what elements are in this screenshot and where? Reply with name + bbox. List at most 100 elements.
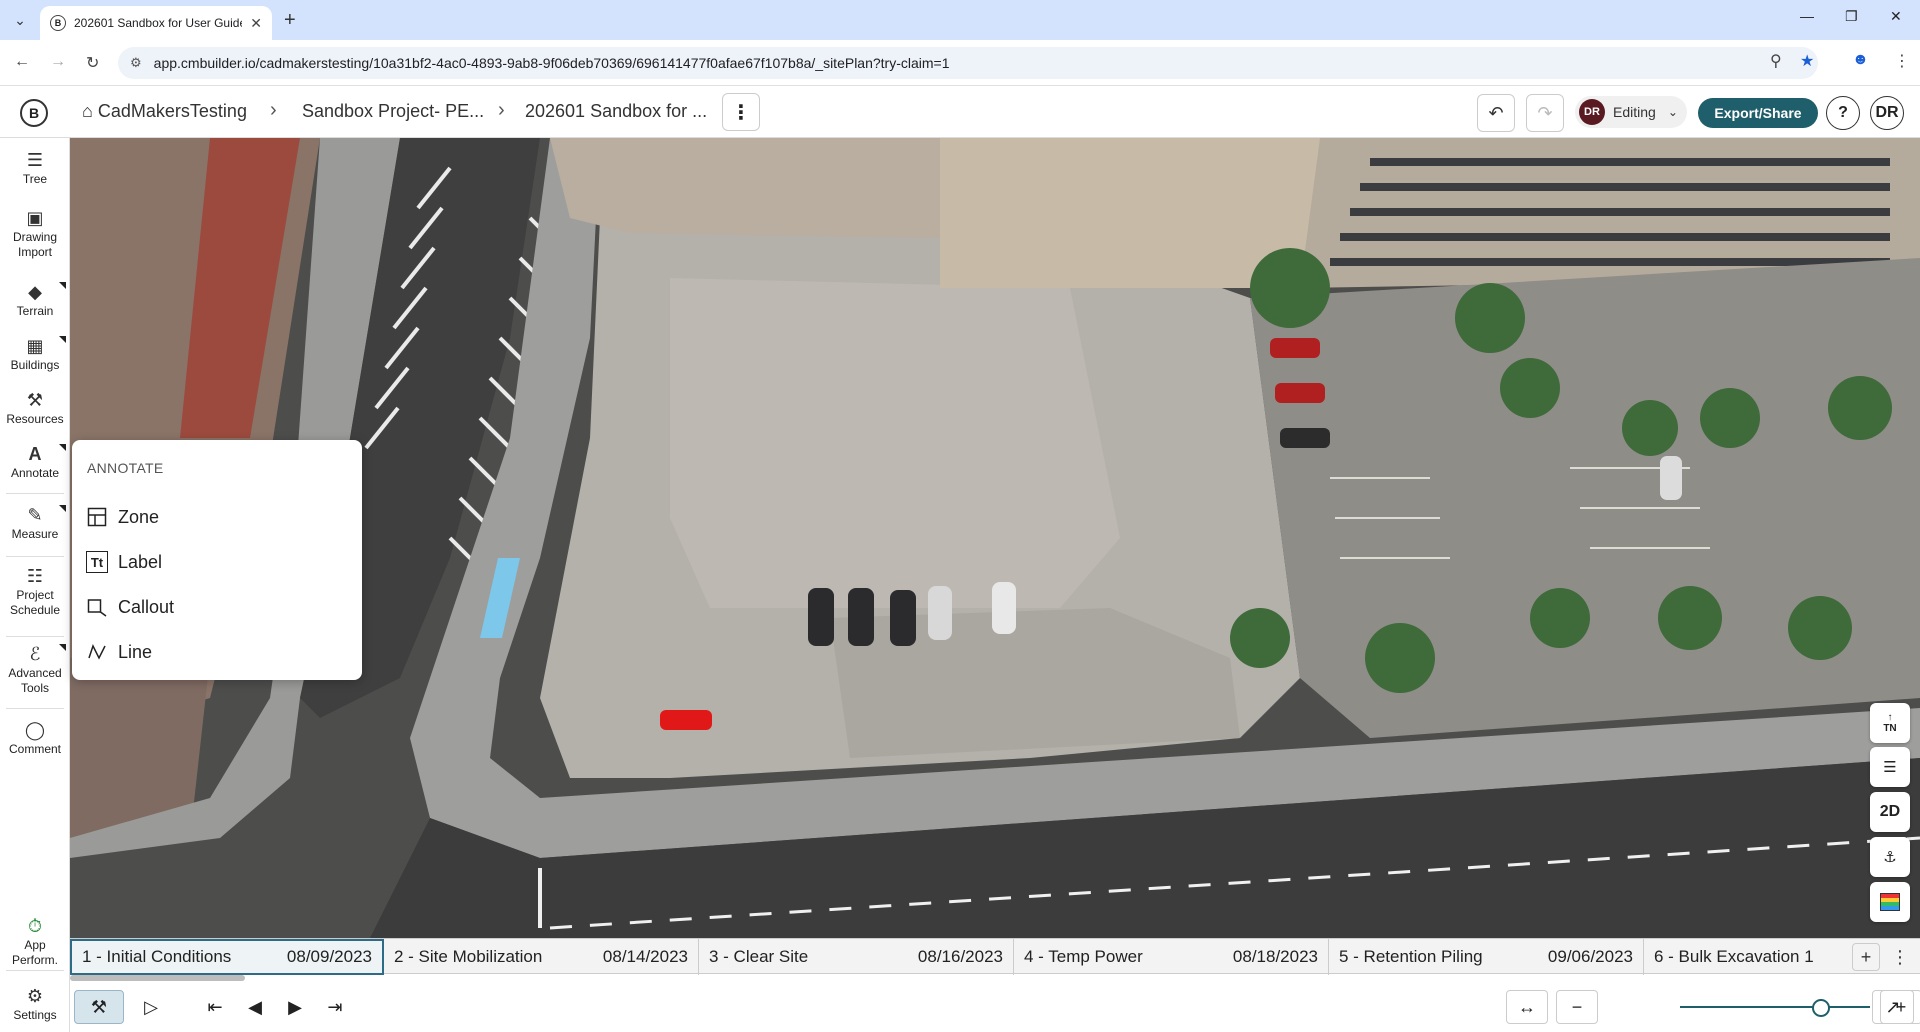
build-mode-button[interactable]: ⚒ xyxy=(74,990,124,1024)
more-options-icon[interactable]: ⋮ xyxy=(722,93,760,131)
sidebar-item-annotate[interactable]: A Annotate xyxy=(0,444,70,481)
left-sidebar: ☰ Tree ▣ Drawing Import ◆ Terrain ▦ Buil… xyxy=(0,138,70,1032)
chevron-down-icon: ⌄ xyxy=(1667,105,1678,119)
profile-icon[interactable]: ☻ xyxy=(1852,51,1869,69)
sidebar-item-resources[interactable]: ⚒ Resources xyxy=(0,390,70,427)
north-arrow-icon: ↑ xyxy=(1887,712,1893,723)
layers-icon: ☰ xyxy=(1883,759,1897,776)
redo-icon[interactable]: ↷ xyxy=(1526,94,1564,132)
annotate-item-label[interactable]: Tt Label xyxy=(86,547,162,577)
sidebar-item-drawing-import[interactable]: ▣ Drawing Import xyxy=(0,208,70,260)
app-header: B ⌂ CadMakersTesting › Sandbox Project- … xyxy=(0,86,1920,138)
back-icon[interactable]: ← xyxy=(14,53,30,71)
breadcrumb-plan[interactable]: 202601 Sandbox for ... xyxy=(525,101,707,122)
zoom-lens-icon[interactable]: ⚲ xyxy=(1770,51,1782,71)
schedule-timeline: 1 - Initial Conditions 08/09/2023 2 - Si… xyxy=(70,938,1920,975)
browser-menu-icon[interactable]: ⋮ xyxy=(1894,51,1910,71)
layers-view-button[interactable]: ☰ xyxy=(1870,747,1910,787)
submenu-indicator-icon xyxy=(59,282,66,289)
color-legend-button[interactable] xyxy=(1870,882,1910,922)
annotate-item-line[interactable]: Line xyxy=(86,637,152,667)
phase-name: 4 - Temp Power xyxy=(1024,947,1143,966)
sidebar-item-buildings[interactable]: ▦ Buildings xyxy=(0,336,70,373)
browser-tab-strip: ⌄ B 202601 Sandbox for User Guide ✕ + — … xyxy=(0,0,1920,40)
breadcrumb-project[interactable]: Sandbox Project- PE... xyxy=(302,101,484,122)
zoom-out-icon[interactable]: − xyxy=(1556,990,1598,1024)
tree-icon: ☰ xyxy=(26,150,44,170)
browser-tab[interactable]: B 202601 Sandbox for User Guide ✕ xyxy=(40,6,272,40)
sidebar-item-measure[interactable]: ✎ Measure xyxy=(0,505,70,542)
color-palette-icon xyxy=(1880,893,1900,911)
phase-date: 08/14/2023 xyxy=(602,947,688,966)
sidebar-item-terrain[interactable]: ◆ Terrain xyxy=(0,282,70,319)
timeline-phase[interactable]: 2 - Site Mobilization 08/14/2023 xyxy=(384,939,699,975)
user-avatar[interactable]: DR xyxy=(1870,96,1904,130)
sidebar-item-project-schedule[interactable]: ☷ Project Schedule xyxy=(0,566,70,618)
add-phase-icon[interactable]: + xyxy=(1852,943,1880,971)
zoom-slider-track[interactable] xyxy=(1680,1006,1870,1008)
timeline-phase[interactable]: 4 - Temp Power 08/18/2023 xyxy=(1014,939,1329,975)
sidebar-item-advanced-tools[interactable]: ℰ Advanced Tools xyxy=(0,644,70,696)
performance-icon: ⏱ xyxy=(27,916,43,936)
sidebar-item-tree[interactable]: ☰ Tree xyxy=(0,150,70,187)
zoom-slider-handle[interactable] xyxy=(1811,999,1830,1017)
breadcrumb-home[interactable]: ⌂ CadMakersTesting xyxy=(82,101,247,122)
image-icon: ▣ xyxy=(26,208,44,228)
timeline-phase[interactable]: 1 - Initial Conditions 08/09/2023 xyxy=(70,939,384,975)
true-north-button[interactable]: ↑ TN xyxy=(1870,703,1910,743)
home-icon: ⌂ xyxy=(82,101,93,121)
sidebar-divider xyxy=(6,970,64,971)
phase-name: 6 - Bulk Excavation 1 xyxy=(1654,947,1814,966)
close-tab-icon[interactable]: ✕ xyxy=(250,15,262,32)
annotate-item-callout[interactable]: Callout xyxy=(86,592,174,622)
presentation-mode-button[interactable]: ▷ xyxy=(134,990,168,1024)
tab-search-chevron-icon[interactable]: ⌄ xyxy=(8,8,32,32)
site-info-icon[interactable]: ⚙ xyxy=(130,55,142,71)
line-icon xyxy=(86,641,108,663)
first-phase-icon[interactable]: ⇤ xyxy=(200,990,230,1024)
phase-date: 08/16/2023 xyxy=(917,947,1003,966)
url-text: app.cmbuilder.io/cadmakerstesting/10a31b… xyxy=(153,55,950,71)
app-logo-icon[interactable]: B xyxy=(20,99,48,127)
sidebar-item-comment[interactable]: ◯ Comment xyxy=(0,720,70,757)
phase-name: 1 - Initial Conditions xyxy=(82,947,232,966)
sidebar-divider xyxy=(6,708,64,709)
crane-icon: ⚒ xyxy=(90,996,108,1017)
phase-name: 2 - Site Mobilization xyxy=(394,947,543,966)
timeline-phase[interactable]: 5 - Retention Piling 09/06/2023 xyxy=(1329,939,1644,975)
close-window-icon[interactable]: ✕ xyxy=(1890,8,1902,25)
new-tab-icon[interactable]: + xyxy=(284,9,296,32)
help-button[interactable]: ? xyxy=(1826,96,1860,130)
undo-icon[interactable]: ↶ xyxy=(1477,94,1515,132)
fit-width-icon[interactable]: ↔ xyxy=(1506,990,1548,1024)
phase-name: 5 - Retention Piling xyxy=(1339,947,1483,966)
timeline-menu-icon[interactable]: ⋮ xyxy=(1886,943,1914,971)
timeline-scrollbar[interactable] xyxy=(70,975,245,981)
crane-tool-button[interactable]: ⚓ xyxy=(1870,837,1910,877)
favicon-icon: B xyxy=(50,15,66,31)
last-phase-icon[interactable]: ⇥ xyxy=(320,990,350,1024)
restore-icon[interactable]: ❐ xyxy=(1845,8,1858,25)
minimize-icon[interactable]: — xyxy=(1800,8,1814,24)
editing-mode-dropdown[interactable]: DR Editing ⌄ xyxy=(1575,96,1687,128)
sidebar-item-app-performance[interactable]: ⏱ App Perform. xyxy=(0,916,70,968)
mode-avatar: DR xyxy=(1579,99,1605,125)
view-2d-button[interactable]: 2D xyxy=(1870,792,1910,832)
phase-name: 3 - Clear Site xyxy=(709,947,809,966)
timeline-phase[interactable]: 3 - Clear Site 08/16/2023 xyxy=(699,939,1014,975)
fullscreen-icon[interactable]: ↗ xyxy=(1872,990,1914,1024)
submenu-indicator-icon xyxy=(59,644,66,651)
sidebar-item-settings[interactable]: ⚙ Settings xyxy=(0,986,70,1023)
reload-icon[interactable]: ↻ xyxy=(86,53,99,73)
bookmark-star-icon[interactable]: ★ xyxy=(1800,51,1814,71)
url-input[interactable]: ⚙ app.cmbuilder.io/cadmakerstesting/10a3… xyxy=(118,47,1818,79)
phase-date: 09/06/2023 xyxy=(1547,947,1633,966)
annotate-item-zone[interactable]: Zone xyxy=(86,502,159,532)
mode-label: Editing xyxy=(1613,104,1656,120)
forward-icon[interactable]: → xyxy=(50,53,66,71)
next-phase-icon[interactable]: ▶ xyxy=(280,990,310,1024)
play-screen-icon: ▷ xyxy=(144,996,158,1017)
timeline-phase[interactable]: 6 - Bulk Excavation 1 xyxy=(1644,939,1844,975)
previous-phase-icon[interactable]: ◀ xyxy=(240,990,270,1024)
export-share-button[interactable]: Export/Share xyxy=(1698,98,1818,128)
